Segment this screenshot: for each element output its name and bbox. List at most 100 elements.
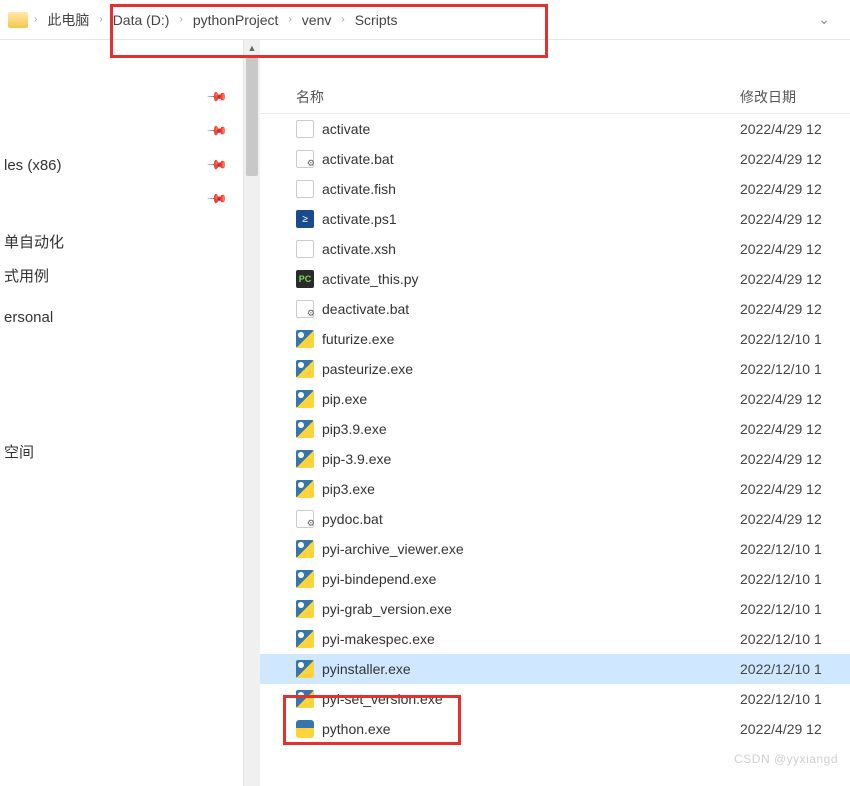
chevron-right-icon: › bbox=[95, 14, 106, 25]
breadcrumb-item[interactable]: Data (D:)› bbox=[107, 0, 187, 39]
pin-icon: 📌 bbox=[206, 154, 229, 177]
file-list: activate2022/4/29 12activate.bat2022/4/2… bbox=[260, 114, 850, 744]
scrollbar-thumb[interactable] bbox=[246, 56, 258, 176]
breadcrumb-item[interactable]: 此电脑› bbox=[41, 0, 106, 39]
chevron-right-icon: › bbox=[284, 14, 295, 25]
file-date: 2022/4/29 12 bbox=[740, 451, 850, 467]
file-name: pip3.9.exe bbox=[322, 421, 740, 437]
sidebar-item[interactable]: 📌 bbox=[0, 114, 243, 148]
file-row[interactable]: pyi-set_version.exe2022/12/10 1 bbox=[260, 684, 850, 714]
exe-py-icon bbox=[296, 420, 314, 438]
file-name: pip-3.9.exe bbox=[322, 451, 740, 467]
sidebar-item[interactable]: 📌 bbox=[0, 182, 243, 216]
pin-icon: 📌 bbox=[206, 120, 229, 143]
file-row[interactable]: activate.bat2022/4/29 12 bbox=[260, 144, 850, 174]
file-row[interactable]: activate.xsh2022/4/29 12 bbox=[260, 234, 850, 264]
file-name: activate bbox=[322, 121, 740, 137]
breadcrumb-label: venv bbox=[296, 12, 338, 28]
txt-icon bbox=[296, 240, 314, 258]
chevron-down-icon[interactable]: ⌄ bbox=[818, 11, 842, 28]
file-row[interactable]: pyi-archive_viewer.exe2022/12/10 1 bbox=[260, 534, 850, 564]
sidebar-item[interactable]: 式用例 bbox=[0, 258, 243, 292]
chevron-right-icon[interactable]: › bbox=[30, 14, 41, 25]
exe-py-icon bbox=[296, 570, 314, 588]
file-row[interactable]: activate_this.py2022/4/29 12 bbox=[260, 264, 850, 294]
pin-icon: 📌 bbox=[206, 86, 229, 109]
file-name: deactivate.bat bbox=[322, 301, 740, 317]
file-row[interactable]: activate.ps12022/4/29 12 bbox=[260, 204, 850, 234]
sidebar-item[interactable]: 📌 bbox=[0, 80, 243, 114]
file-row[interactable]: pyi-makespec.exe2022/12/10 1 bbox=[260, 624, 850, 654]
exe-py-icon bbox=[296, 630, 314, 648]
file-row[interactable]: pyi-grab_version.exe2022/12/10 1 bbox=[260, 594, 850, 624]
breadcrumb-item[interactable]: pythonProject› bbox=[187, 0, 296, 39]
column-header-date[interactable]: 修改日期 bbox=[740, 87, 850, 107]
file-list-area: 名称 修改日期 activate2022/4/29 12activate.bat… bbox=[260, 40, 850, 786]
file-row[interactable]: futurize.exe2022/12/10 1 bbox=[260, 324, 850, 354]
file-row[interactable]: activate.fish2022/4/29 12 bbox=[260, 174, 850, 204]
file-name: pyi-archive_viewer.exe bbox=[322, 541, 740, 557]
file-date: 2022/4/29 12 bbox=[740, 121, 850, 137]
file-name: pyinstaller.exe bbox=[322, 661, 740, 677]
chevron-right-icon: › bbox=[175, 14, 186, 25]
file-date: 2022/4/29 12 bbox=[740, 241, 850, 257]
file-date: 2022/4/29 12 bbox=[740, 151, 850, 167]
breadcrumb-label: Scripts bbox=[349, 12, 404, 28]
pin-icon: 📌 bbox=[206, 188, 229, 211]
file-row[interactable]: deactivate.bat2022/4/29 12 bbox=[260, 294, 850, 324]
file-date: 2022/12/10 1 bbox=[740, 661, 850, 677]
column-headers[interactable]: 名称 修改日期 bbox=[260, 80, 850, 114]
file-name: activate.ps1 bbox=[322, 211, 740, 227]
exe-py-icon bbox=[296, 660, 314, 678]
file-row[interactable]: pip-3.9.exe2022/4/29 12 bbox=[260, 444, 850, 474]
breadcrumb[interactable]: › 此电脑› Data (D:)› pythonProject› venv› S… bbox=[0, 0, 850, 40]
bat-icon bbox=[296, 150, 314, 168]
file-row[interactable]: pyinstaller.exe2022/12/10 1 bbox=[260, 654, 850, 684]
file-row[interactable]: pip3.9.exe2022/4/29 12 bbox=[260, 414, 850, 444]
sidebar-item[interactable]: ersonal bbox=[0, 300, 243, 334]
file-name: pyi-set_version.exe bbox=[322, 691, 740, 707]
file-row[interactable]: pydoc.bat2022/4/29 12 bbox=[260, 504, 850, 534]
file-row[interactable]: python.exe2022/4/29 12 bbox=[260, 714, 850, 744]
file-date: 2022/4/29 12 bbox=[740, 211, 850, 227]
file-date: 2022/12/10 1 bbox=[740, 361, 850, 377]
breadcrumb-label: 此电脑 bbox=[41, 10, 95, 30]
file-name: pyi-grab_version.exe bbox=[322, 601, 740, 617]
file-name: pyi-bindepend.exe bbox=[322, 571, 740, 587]
file-date: 2022/4/29 12 bbox=[740, 721, 850, 737]
exe-py-icon bbox=[296, 390, 314, 408]
file-name: futurize.exe bbox=[322, 331, 740, 347]
exe-py-icon bbox=[296, 450, 314, 468]
file-date: 2022/12/10 1 bbox=[740, 331, 850, 347]
breadcrumb-label: pythonProject bbox=[187, 12, 285, 28]
file-date: 2022/12/10 1 bbox=[740, 601, 850, 617]
sidebar-item[interactable]: 空间 bbox=[0, 434, 243, 468]
file-date: 2022/4/29 12 bbox=[740, 301, 850, 317]
bat-icon bbox=[296, 510, 314, 528]
file-row[interactable]: pyi-bindepend.exe2022/12/10 1 bbox=[260, 564, 850, 594]
file-date: 2022/4/29 12 bbox=[740, 181, 850, 197]
file-date: 2022/12/10 1 bbox=[740, 691, 850, 707]
column-header-name[interactable]: 名称 bbox=[296, 87, 740, 107]
file-date: 2022/12/10 1 bbox=[740, 631, 850, 647]
breadcrumb-item[interactable]: venv› bbox=[296, 0, 349, 39]
file-row[interactable]: pasteurize.exe2022/12/10 1 bbox=[260, 354, 850, 384]
sidebar-scrollbar[interactable]: ▲ bbox=[244, 40, 260, 786]
sidebar-item[interactable]: les (x86)📌 bbox=[0, 148, 243, 182]
file-date: 2022/12/10 1 bbox=[740, 541, 850, 557]
breadcrumb-item[interactable]: Scripts bbox=[349, 0, 404, 39]
file-name: python.exe bbox=[322, 721, 740, 737]
exe-py-icon bbox=[296, 360, 314, 378]
file-row[interactable]: activate2022/4/29 12 bbox=[260, 114, 850, 144]
file-row[interactable]: pip3.exe2022/4/29 12 bbox=[260, 474, 850, 504]
file-row[interactable]: pip.exe2022/4/29 12 bbox=[260, 384, 850, 414]
pc-icon bbox=[296, 270, 314, 288]
file-name: pasteurize.exe bbox=[322, 361, 740, 377]
file-name: activate_this.py bbox=[322, 271, 740, 287]
sidebar-item[interactable]: 单自动化 bbox=[0, 224, 243, 258]
file-date: 2022/12/10 1 bbox=[740, 571, 850, 587]
exe-py-icon bbox=[296, 600, 314, 618]
bat-icon bbox=[296, 300, 314, 318]
scroll-up-icon[interactable]: ▲ bbox=[244, 40, 260, 56]
watermark: CSDN @yyxiangd bbox=[734, 752, 838, 766]
